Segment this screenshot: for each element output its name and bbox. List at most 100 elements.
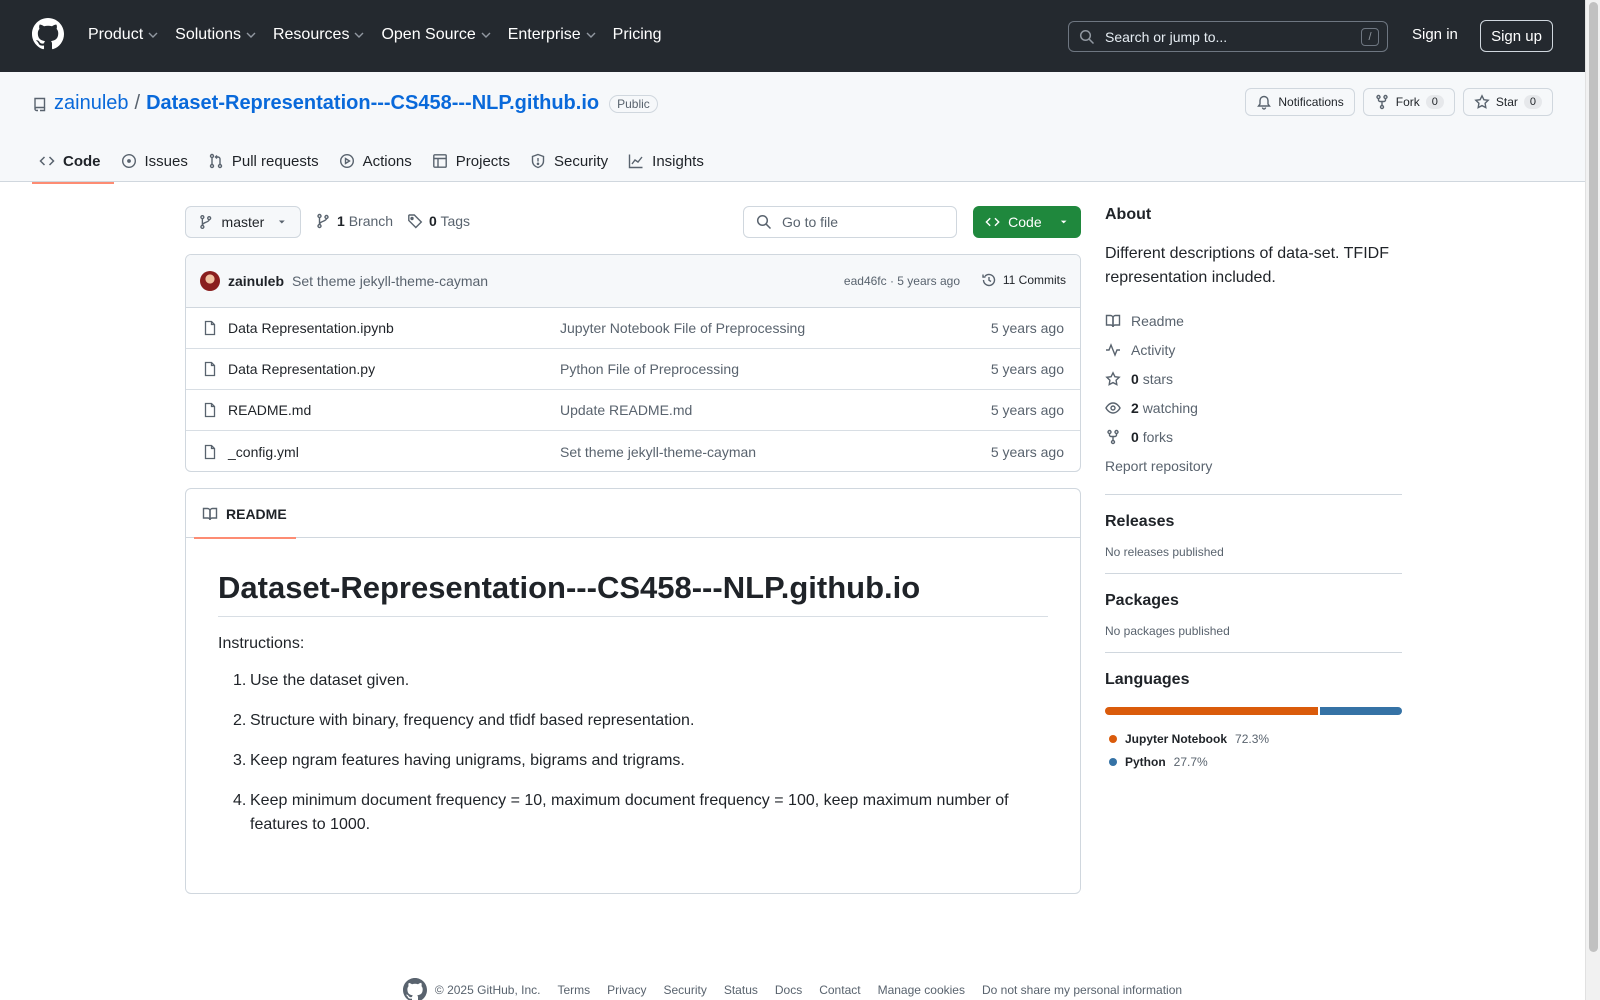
tags-link[interactable]: 0 Tags xyxy=(429,213,470,229)
file-name-link[interactable]: README.md xyxy=(228,402,560,418)
language-bar xyxy=(1105,707,1402,715)
footer-link-docs[interactable]: Docs xyxy=(775,983,802,997)
language-bar-segment xyxy=(1105,707,1319,715)
repo-name-link[interactable]: Dataset-Representation---CS458---NLP.git… xyxy=(146,92,599,115)
global-header: Product Solutions Resources Open Source … xyxy=(0,0,1585,72)
file-name-link[interactable]: Data Representation.py xyxy=(228,361,560,377)
repo-title: zainuleb / Dataset-Representation---CS45… xyxy=(32,92,658,115)
table-row[interactable]: Data Representation.ipynb Jupyter Notebo… xyxy=(186,308,1080,349)
latest-commit-bar: zainuleb Set theme jekyll-theme-cayman e… xyxy=(186,255,1080,308)
tab-projects[interactable]: Projects xyxy=(425,140,523,182)
footer-link-privacy[interactable]: Privacy xyxy=(607,983,646,997)
commits-history-link[interactable]: 11 Commits xyxy=(981,272,1066,288)
packages-heading[interactable]: Packages xyxy=(1105,592,1402,610)
nav-resources[interactable]: Resources xyxy=(273,22,365,48)
book-icon xyxy=(202,507,218,520)
nav-solutions[interactable]: Solutions xyxy=(175,22,257,48)
search-input[interactable]: Search or jump to... / xyxy=(1068,21,1388,52)
avatar[interactable] xyxy=(200,271,220,291)
code-dropdown-button[interactable]: Code xyxy=(973,206,1081,238)
caret-down-icon xyxy=(279,220,286,224)
file-commit-link[interactable]: Update README.md xyxy=(560,402,692,418)
scrollbar-thumb[interactable] xyxy=(1589,2,1598,952)
footer-link-terms[interactable]: Terms xyxy=(557,983,590,997)
table-row[interactable]: README.md Update README.md 5 years ago xyxy=(186,390,1080,431)
tab-issues[interactable]: Issues xyxy=(114,140,201,182)
branch-select-button[interactable]: master xyxy=(185,206,301,238)
branches-link[interactable]: 1 Branch xyxy=(337,213,393,229)
tab-insights[interactable]: Insights xyxy=(621,140,717,182)
caret-down-icon xyxy=(1060,220,1067,224)
watching-link[interactable]: 2 watching xyxy=(1105,393,1402,422)
repo-owner-link[interactable]: zainuleb xyxy=(54,92,129,115)
nav-pricing[interactable]: Pricing xyxy=(613,22,662,48)
readme-link[interactable]: Readme xyxy=(1105,306,1402,335)
file-commit-link[interactable]: Jupyter Notebook File of Preprocessing xyxy=(560,320,805,336)
footer-link-security[interactable]: Security xyxy=(663,983,706,997)
file-name-link[interactable]: _config.yml xyxy=(228,444,560,460)
commit-message-link[interactable]: Set theme jekyll-theme-cayman xyxy=(292,273,488,289)
language-bar-segment xyxy=(1320,707,1402,715)
file-time: 5 years ago xyxy=(990,402,1064,418)
sign-in-link[interactable]: Sign in xyxy=(1412,26,1458,43)
activity-link[interactable]: Activity xyxy=(1105,335,1402,364)
stars-link[interactable]: 0 stars xyxy=(1105,364,1402,393)
sidebar-divider xyxy=(1105,652,1402,653)
commit-author-link[interactable]: zainuleb xyxy=(228,273,284,289)
slash-shortcut-key: / xyxy=(1361,28,1379,46)
chevron-down-icon xyxy=(246,32,256,38)
notifications-button[interactable]: Notifications xyxy=(1245,88,1355,116)
fork-button[interactable]: Fork 0 xyxy=(1362,88,1455,116)
footer-link-status[interactable]: Status xyxy=(724,983,758,997)
readme-body: Dataset-Representation---CS458---NLP.git… xyxy=(186,538,1080,837)
tab-pull-requests[interactable]: Pull requests xyxy=(201,140,332,182)
star-button[interactable]: Star 0 xyxy=(1462,88,1553,116)
nav-enterprise[interactable]: Enterprise xyxy=(508,22,597,48)
fork-icon xyxy=(1107,429,1119,444)
repo-toolbar: master 1 Branch 0 Tags Go to file Code xyxy=(185,206,1081,238)
play-icon xyxy=(339,153,354,169)
tab-code[interactable]: Code xyxy=(32,140,114,184)
table-row[interactable]: _config.yml Set theme jekyll-theme-cayma… xyxy=(186,431,1080,471)
releases-heading[interactable]: Releases xyxy=(1105,513,1402,531)
about-description: Different descriptions of data-set. TFID… xyxy=(1105,245,1389,286)
star-counter: 0 xyxy=(1523,95,1542,109)
book-icon xyxy=(1105,314,1121,327)
readme-panel: README Dataset-Representation---CS458---… xyxy=(185,488,1081,894)
fork-counter: 0 xyxy=(1425,95,1444,109)
graph-icon xyxy=(628,154,643,169)
language-item[interactable]: Python 27.7% xyxy=(1105,750,1402,773)
readme-list: 1. Use the dataset given. 2. Structure wit… xyxy=(218,669,1048,837)
file-commit-link[interactable]: Set theme jekyll-theme-cayman xyxy=(560,444,756,460)
tab-security[interactable]: Security xyxy=(523,140,621,182)
report-repository-link[interactable]: Report repository xyxy=(1105,451,1402,480)
tab-actions[interactable]: Actions xyxy=(332,140,425,182)
search-icon xyxy=(1079,29,1095,44)
footer-brand: © 2025 GitHub, Inc. xyxy=(402,978,540,1000)
footer-link-contact[interactable]: Contact xyxy=(819,983,860,997)
file-commit-link[interactable]: Python File of Preprocessing xyxy=(560,361,739,377)
nav-product[interactable]: Product xyxy=(88,22,159,48)
footer-link-manage-cookies[interactable]: Manage cookies xyxy=(878,983,965,997)
forks-link[interactable]: 0 forks xyxy=(1105,422,1402,451)
file-name-link[interactable]: Data Representation.ipynb xyxy=(228,320,560,336)
packages-text: No packages published xyxy=(1105,624,1230,638)
nav-open-source[interactable]: Open Source xyxy=(381,22,491,48)
language-dot xyxy=(1109,757,1117,766)
go-to-file-input[interactable]: Go to file xyxy=(743,206,957,238)
issue-icon xyxy=(121,153,136,169)
commit-meta[interactable]: ead46fc · 5 years ago xyxy=(844,274,960,288)
path-separator: / xyxy=(134,92,141,114)
sign-up-button[interactable]: Sign up xyxy=(1480,20,1553,52)
page-scrollbar[interactable] xyxy=(1585,0,1600,1000)
pulse-icon xyxy=(1106,342,1120,357)
footer-link-do-not-share[interactable]: Do not share my personal information xyxy=(982,983,1182,997)
table-row[interactable]: Data Representation.py Python File of Pr… xyxy=(186,349,1080,390)
readme-tab[interactable]: README xyxy=(194,489,296,539)
visibility-badge: Public xyxy=(609,94,658,113)
github-mark-icon[interactable] xyxy=(402,978,427,1000)
language-item[interactable]: Jupyter Notebook 72.3% xyxy=(1105,727,1402,750)
github-mark-icon[interactable] xyxy=(32,18,64,50)
readme-intro: Instructions: xyxy=(218,635,305,652)
repo-actions: Notifications Fork 0 Star 0 xyxy=(1245,88,1553,116)
